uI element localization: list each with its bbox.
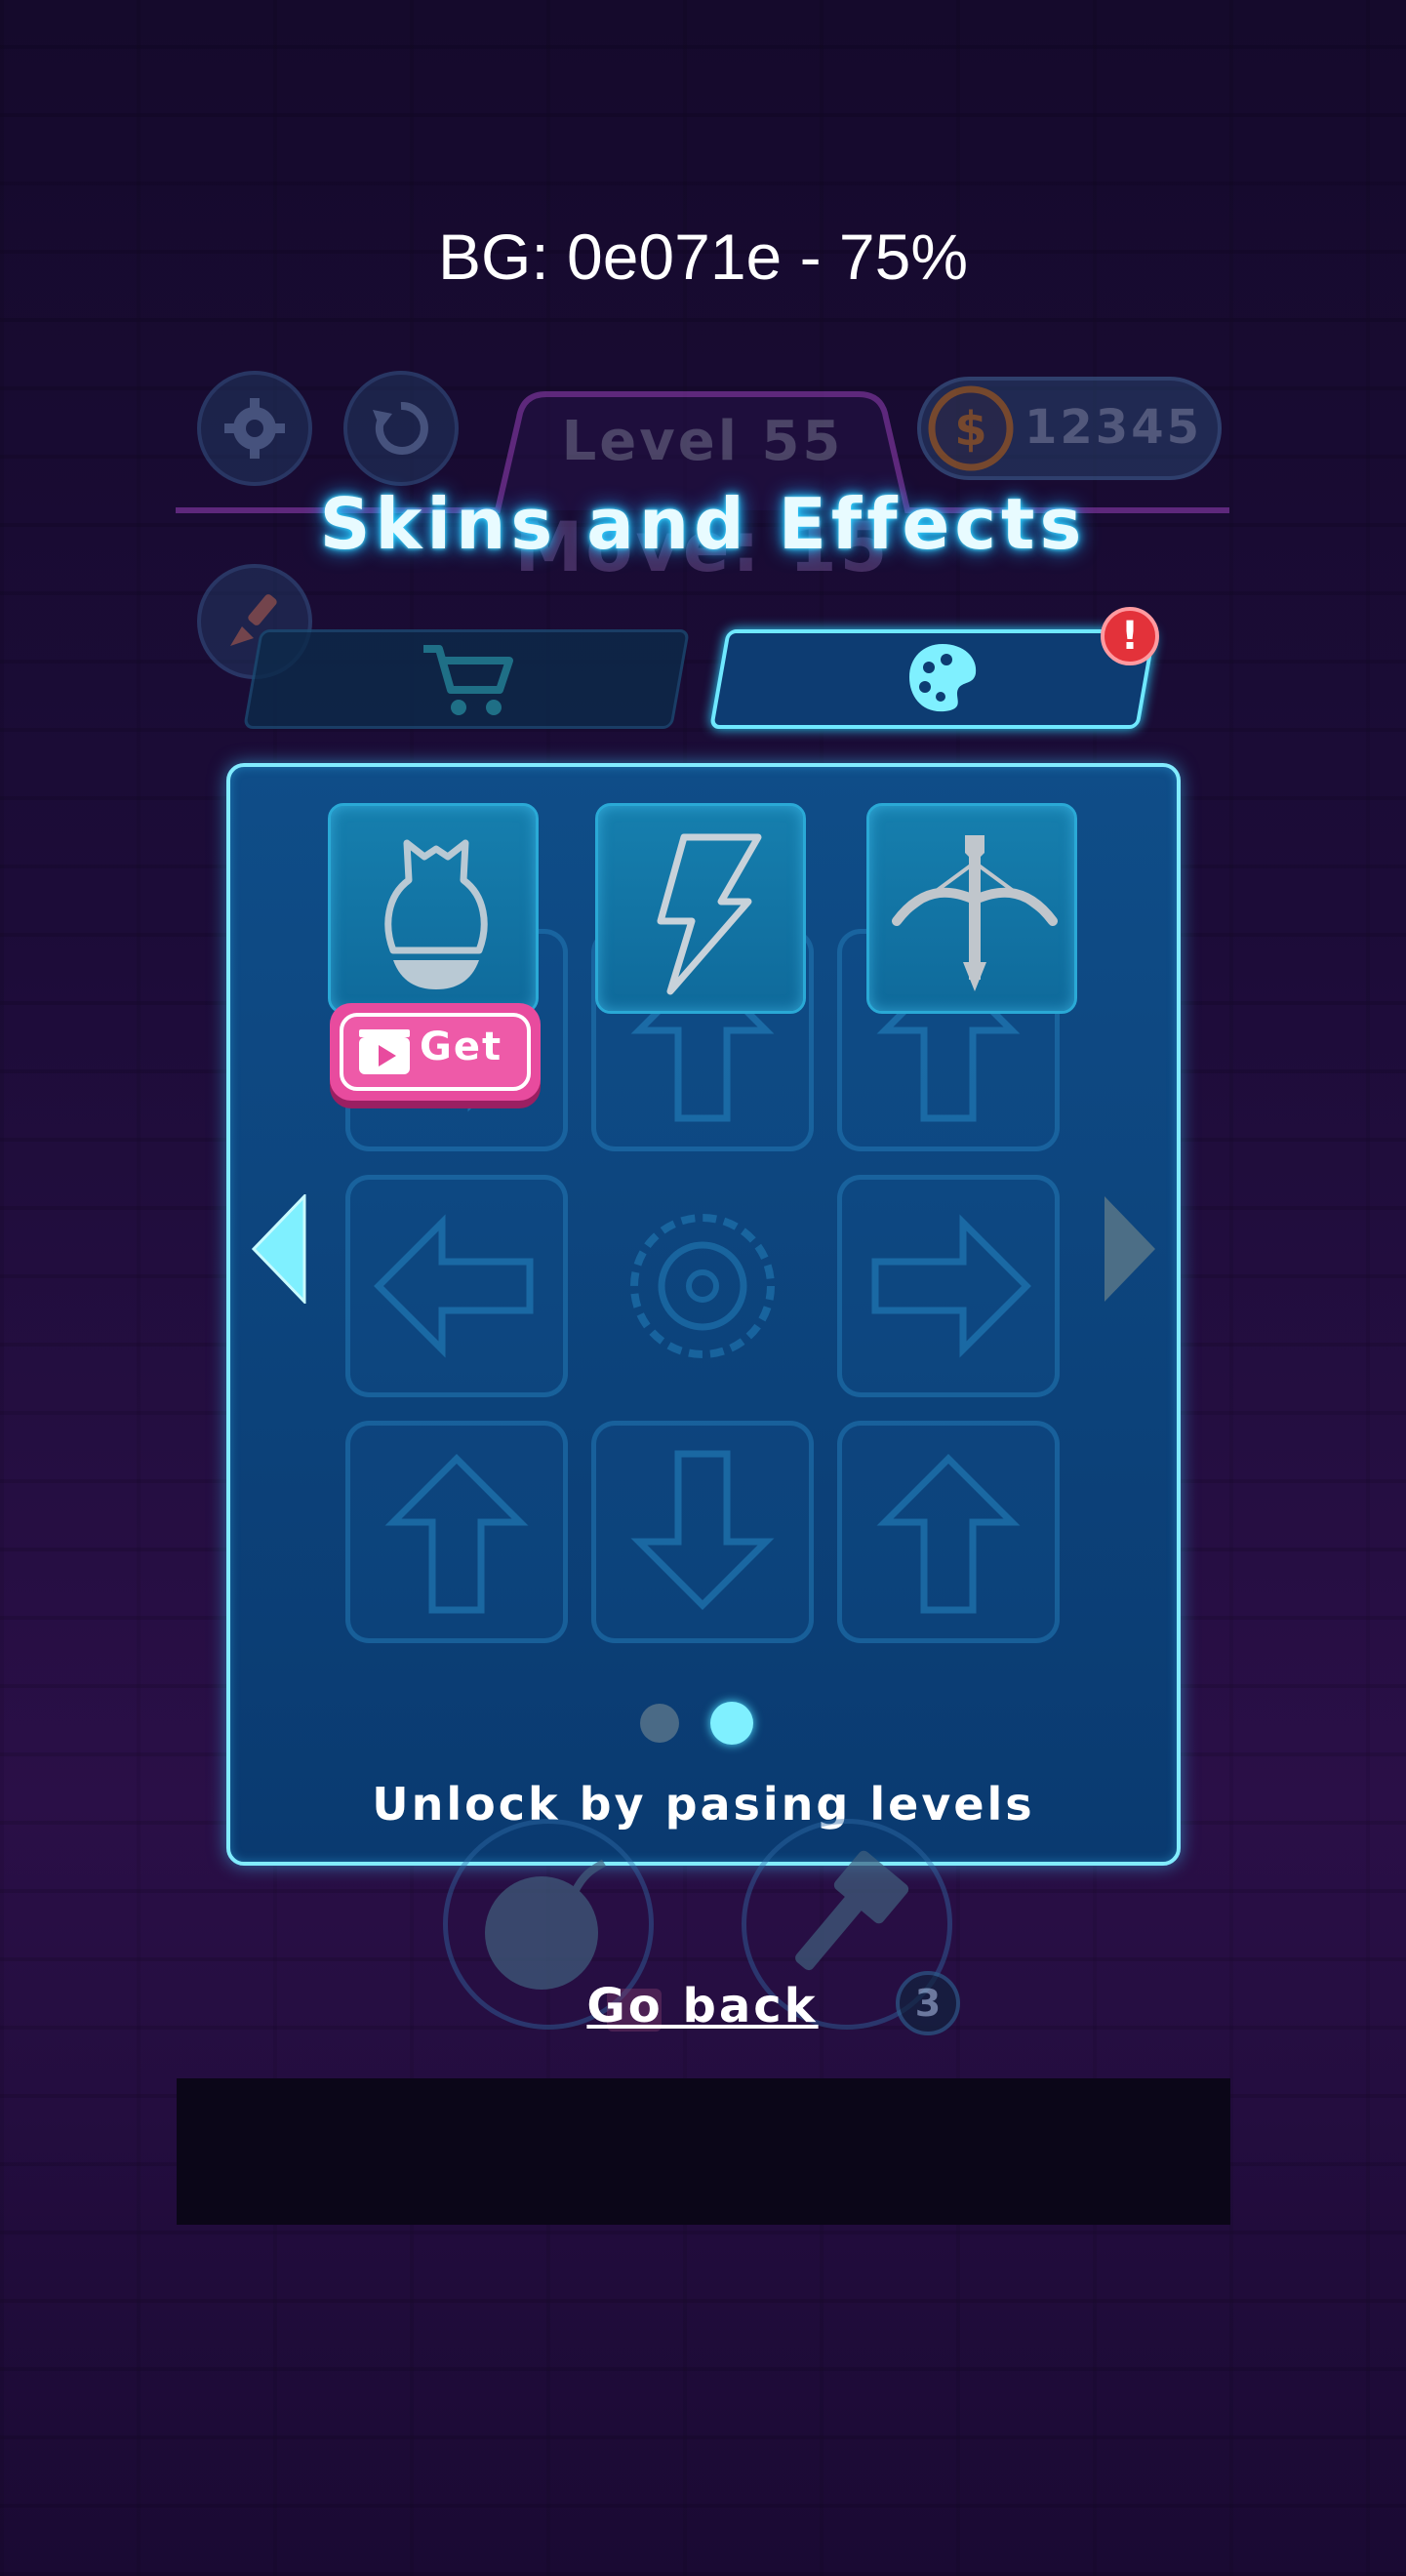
level-label: Level 55 bbox=[561, 410, 844, 473]
skin-tile-lightning[interactable] bbox=[595, 803, 806, 1014]
overlay-title: Skins and Effects bbox=[319, 483, 1087, 565]
arrow-up-icon bbox=[384, 1454, 529, 1614]
coin-value: 12345 bbox=[1024, 400, 1202, 455]
carousel-next-icon[interactable] bbox=[1101, 1194, 1159, 1304]
page-dot-active[interactable] bbox=[710, 1702, 753, 1745]
preview-cell bbox=[591, 1421, 814, 1643]
lightning-icon bbox=[657, 833, 762, 995]
arrow-right-icon bbox=[871, 1214, 1031, 1358]
get-skin-button[interactable]: Get bbox=[330, 1003, 541, 1101]
crossbow-icon bbox=[892, 835, 1058, 991]
preview-cell bbox=[837, 1175, 1060, 1397]
unlock-hint: Unlock by pasing levels bbox=[372, 1778, 1035, 1831]
video-ad-icon bbox=[359, 1029, 410, 1074]
bomb-icon bbox=[384, 839, 488, 989]
ad-banner-area bbox=[177, 2078, 1230, 2225]
carousel-prev-icon[interactable] bbox=[250, 1194, 308, 1304]
skin-tile-bomb[interactable] bbox=[328, 803, 539, 1014]
arrow-up-icon bbox=[876, 1454, 1021, 1614]
preview-cell bbox=[837, 1421, 1060, 1643]
arrow-left-icon bbox=[374, 1214, 534, 1358]
preview-cell bbox=[345, 1421, 568, 1643]
arrow-down-icon bbox=[630, 1450, 775, 1610]
svg-text:$: $ bbox=[954, 402, 986, 457]
gear-icon bbox=[630, 1214, 775, 1358]
get-button-label: Get bbox=[420, 1025, 503, 1069]
skin-tile-crossbow[interactable] bbox=[866, 803, 1077, 1014]
go-back-link[interactable]: Go back bbox=[546, 1979, 859, 2033]
preview-gear-core bbox=[591, 1175, 814, 1397]
cart-icon bbox=[420, 639, 517, 722]
preview-cell bbox=[345, 1175, 568, 1397]
alert-badge: ! bbox=[1101, 607, 1159, 665]
coin-icon: $ bbox=[928, 385, 1014, 471]
palette-icon bbox=[904, 638, 982, 716]
page-dot[interactable] bbox=[640, 1704, 679, 1743]
hammer-count-badge: 3 bbox=[896, 1971, 960, 2035]
